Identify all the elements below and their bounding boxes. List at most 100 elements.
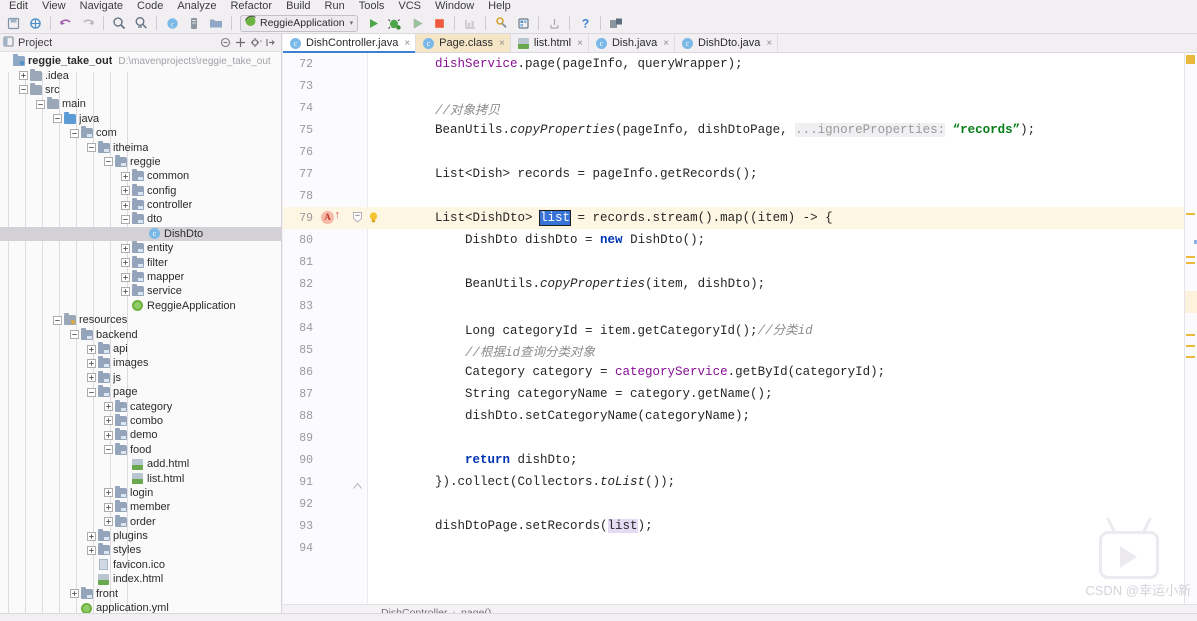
collapse-toggle-icon[interactable]	[121, 215, 130, 224]
tree-item-java[interactable]: java	[0, 111, 281, 126]
tree-item-api[interactable]: api	[0, 342, 281, 356]
tree-item-dishdto[interactable]: c DishDto	[0, 226, 281, 242]
redo-icon[interactable]	[78, 14, 98, 33]
tree-item-images[interactable]: images	[0, 356, 281, 370]
tree-item-page[interactable]: page	[0, 385, 281, 399]
marker-line[interactable]	[1186, 262, 1195, 264]
code-line-79[interactable]: 79 A ↑ List<DishDto> list = records.stream…	[283, 207, 1197, 229]
expand-toggle-icon[interactable]	[87, 373, 96, 383]
expand-toggle-icon[interactable]	[121, 258, 130, 268]
code-line-75[interactable]: 75 BeanUtils.copyProperties(pageInfo, di…	[283, 119, 1197, 141]
expand-toggle-icon[interactable]	[121, 186, 130, 196]
tree-item-entity[interactable]: entity	[0, 241, 281, 255]
menu-item-window[interactable]: Window	[428, 0, 481, 13]
close-icon[interactable]: ×	[766, 38, 772, 49]
tree-item-favicon-ico[interactable]: favicon.ico	[0, 558, 281, 572]
run-button[interactable]	[363, 14, 383, 33]
code-line-73[interactable]: 73	[283, 75, 1197, 97]
expand-toggle-icon[interactable]	[87, 344, 96, 354]
code-line-85[interactable]: 85 //根据id查询分类对象	[283, 339, 1197, 361]
tree-item-add-html[interactable]: add.html	[0, 457, 281, 471]
tree-item-plugins[interactable]: plugins	[0, 529, 281, 543]
lightbulb-icon[interactable]	[369, 212, 378, 223]
collapse-toggle-icon[interactable]	[104, 157, 113, 167]
code-line-86[interactable]: 86 Category category = categoryService.g…	[283, 361, 1197, 383]
tree-item-front[interactable]: front	[0, 586, 281, 600]
expand-toggle-icon[interactable]	[104, 488, 113, 498]
menu-item-view[interactable]: View	[35, 0, 73, 13]
menu-item-analyze[interactable]: Analyze	[170, 0, 223, 13]
menu-item-code[interactable]: Code	[130, 0, 170, 13]
marker-line[interactable]	[1186, 213, 1195, 215]
collapse-toggle-icon[interactable]	[36, 99, 45, 109]
expand-toggle-icon[interactable]	[121, 200, 130, 210]
expand-toggle-icon[interactable]	[121, 171, 130, 181]
code-line-87[interactable]: 87 String categoryName = category.getNam…	[283, 383, 1197, 405]
expand-toggle-icon[interactable]	[87, 358, 96, 368]
stop-button[interactable]	[429, 14, 449, 33]
code-line-84[interactable]: 84 Long categoryId = item.getCategoryId(…	[283, 317, 1197, 339]
editor-tab-dish-java[interactable]: c Dish.java ×	[589, 34, 676, 52]
scroll-from-source-icon[interactable]	[233, 35, 248, 50]
collapse-all-icon[interactable]	[218, 35, 233, 50]
tree-item-index-html[interactable]: index.html	[0, 572, 281, 586]
expand-toggle-icon[interactable]	[87, 546, 96, 555]
replace-icon[interactable]	[131, 14, 151, 33]
tree-item-src[interactable]: src	[0, 82, 281, 97]
database-icon[interactable]	[513, 14, 533, 33]
expand-toggle-icon[interactable]	[121, 287, 130, 296]
editor-tab-dishcontroller-java[interactable]: c DishController.java ×	[283, 34, 417, 53]
expand-toggle-icon[interactable]	[104, 517, 113, 527]
expand-toggle-icon[interactable]	[121, 243, 130, 253]
code-line-83[interactable]: 83	[283, 295, 1197, 317]
error-marker-bar[interactable]	[1184, 53, 1197, 604]
tree-item-demo[interactable]: demo	[0, 428, 281, 442]
fold-icon[interactable]	[353, 212, 362, 223]
key-icon[interactable]	[491, 14, 511, 33]
hide-icon[interactable]	[263, 35, 278, 50]
tree-item-order[interactable]: order	[0, 514, 281, 529]
tree-item-resources[interactable]: resources	[0, 313, 281, 327]
warning-icon[interactable]: A	[321, 211, 334, 224]
code-line-72[interactable]: 72 dishService.page(pageInfo, queryWrapp…	[283, 53, 1197, 75]
project-tree[interactable]: reggie_take_out D:\mavenprojects\reggie_t…	[0, 52, 281, 621]
code-editor[interactable]: 72 dishService.page(pageInfo, queryWrapp…	[283, 53, 1197, 604]
close-icon[interactable]: ×	[577, 38, 583, 49]
expand-toggle-icon[interactable]	[104, 402, 113, 411]
editor-tab-dishdto-java[interactable]: c DishDto.java ×	[675, 34, 779, 52]
tree-item-itheima[interactable]: itheima	[0, 140, 281, 154]
tree-item-common[interactable]: common	[0, 169, 281, 183]
tree-item-member[interactable]: member	[0, 500, 281, 514]
save-all-icon[interactable]	[3, 14, 23, 33]
editor-tab-bar[interactable]: c DishController.java × c Page.class × list.ht…	[283, 34, 1197, 53]
expand-toggle-icon[interactable]	[104, 502, 113, 512]
close-icon[interactable]: ×	[499, 38, 505, 49]
close-icon[interactable]: ×	[663, 38, 669, 49]
code-line-88[interactable]: 88 dishDto.setCategoryName(categoryName)…	[283, 405, 1197, 427]
collapse-toggle-icon[interactable]	[53, 114, 62, 124]
menu-item-run[interactable]: Run	[318, 0, 352, 13]
marker-line[interactable]	[1186, 356, 1195, 358]
project-structure-icon[interactable]	[206, 14, 226, 33]
marker-box[interactable]	[1186, 55, 1195, 64]
settings-icon[interactable]	[248, 35, 263, 50]
sync-icon[interactable]	[25, 14, 45, 33]
editor-tab-page-class[interactable]: c Page.class ×	[416, 34, 511, 52]
code-line-74[interactable]: 74 //对象拷贝	[283, 97, 1197, 119]
tree-item-list-html[interactable]: list.html	[0, 471, 281, 485]
expand-toggle-icon[interactable]	[121, 272, 130, 282]
menu-item-vcs[interactable]: VCS	[391, 0, 428, 13]
code-line-82[interactable]: 82 BeanUtils.copyProperties(item, dishDt…	[283, 273, 1197, 295]
collapse-toggle-icon[interactable]	[70, 330, 79, 340]
menu-item-navigate[interactable]: Navigate	[73, 0, 130, 13]
tree-item-combo[interactable]: combo	[0, 413, 281, 428]
collapse-toggle-icon[interactable]	[19, 85, 28, 95]
code-line-89[interactable]: 89	[283, 427, 1197, 449]
profiler-icon[interactable]	[460, 14, 480, 33]
code-line-77[interactable]: 77 List<Dish> records = pageInfo.getReco…	[283, 163, 1197, 185]
marker-line[interactable]	[1186, 345, 1195, 347]
tree-item-dto[interactable]: dto	[0, 212, 281, 226]
layout-icon[interactable]	[606, 14, 626, 33]
expand-toggle-icon[interactable]	[70, 589, 79, 599]
fold-end-icon[interactable]	[353, 479, 362, 490]
